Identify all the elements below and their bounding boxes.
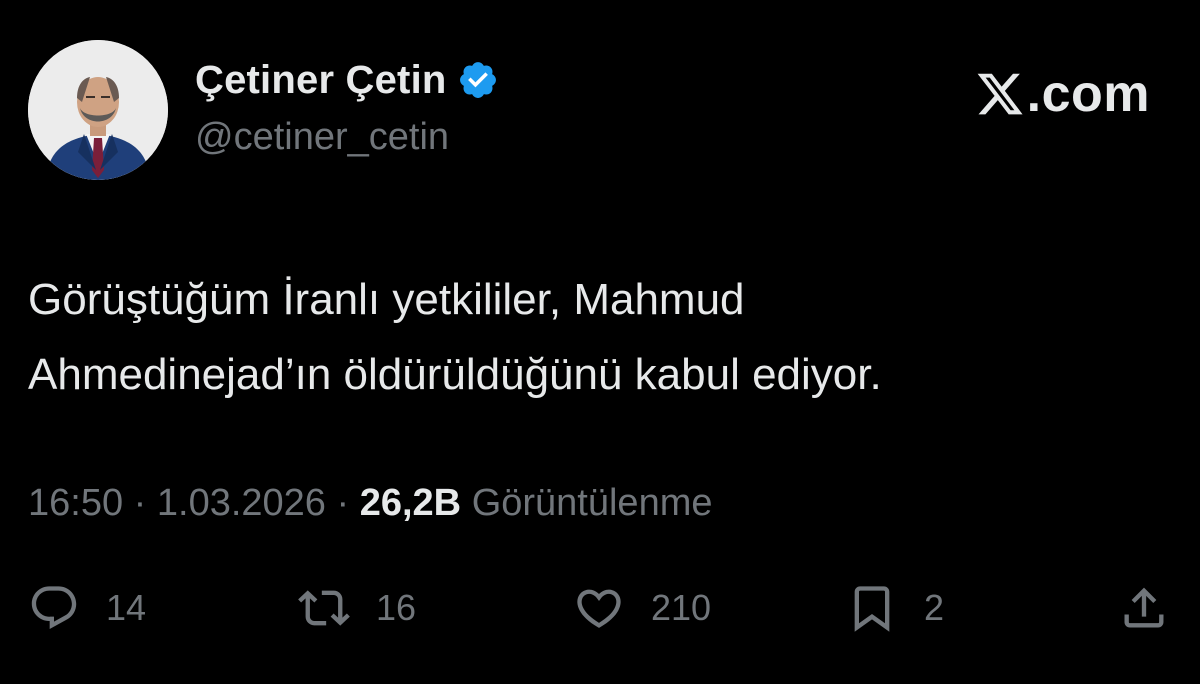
meta-separator: · [325, 482, 360, 524]
verified-badge-icon [457, 59, 499, 101]
avatar[interactable] [28, 40, 168, 180]
meta-separator: · [123, 482, 157, 524]
tweet-text-line: Ahmedinejad’ın öldürüldüğünü kabul ediyo… [28, 350, 882, 399]
x-com-brand: .com [975, 64, 1150, 124]
repost-button[interactable]: 16 [298, 576, 416, 640]
avatar-portrait-image [28, 40, 168, 180]
bookmark-icon [854, 586, 890, 632]
tweet-text: Görüştüğüm İranlı yetkililer, Mahmud Ahm… [28, 262, 1168, 412]
author-display-name[interactable]: Çetiner Çetin [195, 58, 447, 103]
tweet-time[interactable]: 16:50 [28, 482, 123, 524]
reply-count: 14 [106, 587, 147, 628]
tweet-date[interactable]: 1.03.2026 [157, 482, 326, 524]
share-button[interactable] [1118, 576, 1170, 640]
tweet-meta: 16:50 · 1.03.2026 · 26,2B Görüntülenme [28, 482, 713, 525]
reply-button[interactable]: 14 [28, 576, 146, 640]
tweet-actions-bar: 14 16 210 2 [28, 576, 1172, 640]
views-count: 26,2B [359, 482, 462, 524]
heart-icon [577, 589, 621, 628]
bookmark-button[interactable]: 2 [846, 576, 944, 640]
author-handle[interactable]: @cetiner_cetin [195, 116, 499, 159]
repost-icon [298, 590, 350, 626]
share-icon [1124, 587, 1164, 628]
like-button[interactable]: 210 [573, 576, 711, 640]
author-identity: Çetiner Çetin @cetiner_cetin [195, 52, 499, 159]
brand-label: .com [1026, 65, 1150, 123]
repost-count: 16 [376, 587, 417, 628]
x-logo-icon [975, 69, 1025, 119]
name-row: Çetiner Çetin [195, 52, 499, 108]
views-label: Görüntülenme [471, 482, 713, 524]
reply-icon [31, 586, 77, 630]
tweet-text-line: Görüştüğüm İranlı yetkililer, Mahmud [28, 275, 745, 324]
like-count: 210 [651, 587, 712, 628]
tweet-header: Çetiner Çetin @cetiner_cetin .com [28, 38, 1172, 180]
bookmark-count: 2 [924, 587, 945, 628]
